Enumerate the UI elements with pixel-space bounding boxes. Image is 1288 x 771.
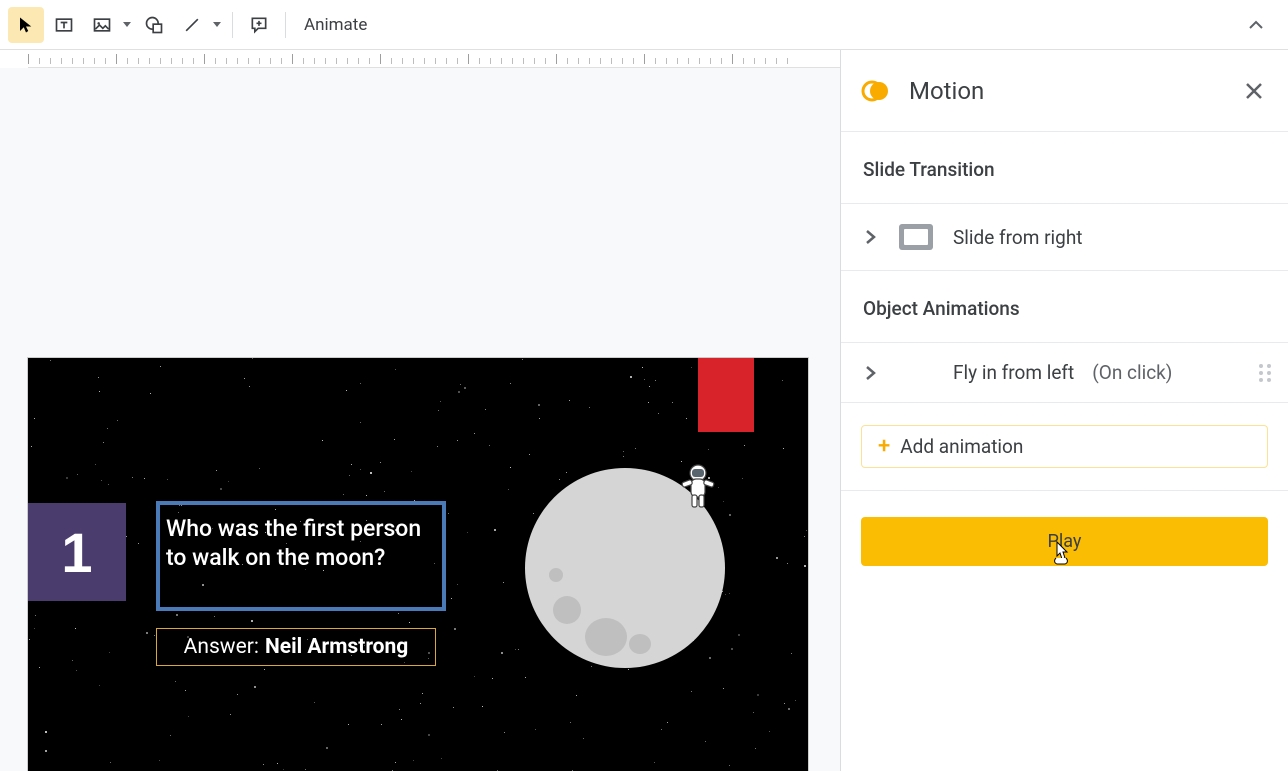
- transition-name: Slide from right: [953, 226, 1083, 249]
- play-button-label: Play: [1048, 531, 1082, 552]
- animation-trigger: (On click): [1092, 361, 1172, 384]
- answer-text-box[interactable]: Answer: Neil Armstrong: [156, 628, 436, 666]
- animation-row[interactable]: Fly in from left (On click): [841, 343, 1288, 403]
- red-box-shape[interactable]: [698, 358, 754, 432]
- add-animation-button[interactable]: + Add animation: [861, 425, 1268, 468]
- slide-icon: [897, 222, 935, 252]
- motion-panel: Motion Slide Transition Slide from right…: [840, 50, 1288, 771]
- plus-icon: +: [878, 434, 890, 459]
- insert-comment-tool[interactable]: [241, 7, 277, 43]
- slide-transition-heading: Slide Transition: [841, 132, 1288, 204]
- canvas-area: document.write(Array.from({length:70},(_…: [0, 50, 840, 771]
- line-dropdown-arrow[interactable]: [210, 7, 224, 43]
- animate-menu-item[interactable]: Animate: [304, 15, 367, 35]
- line-tool[interactable]: [174, 7, 210, 43]
- add-animation-label: Add animation: [900, 435, 1023, 458]
- chevron-right-icon: [861, 364, 879, 382]
- play-button[interactable]: Play: [861, 517, 1268, 566]
- question-text-box[interactable]: Who was the first person to walk on the …: [156, 501, 446, 611]
- text-box-tool[interactable]: [46, 7, 82, 43]
- motion-icon: [861, 76, 891, 106]
- main-area: document.write(Array.from({length:70},(_…: [0, 50, 1288, 771]
- answer-value: Neil Armstrong: [265, 635, 408, 659]
- collapse-toolbar-chevron[interactable]: [1240, 9, 1272, 41]
- answer-label: Answer:: [184, 635, 259, 659]
- chevron-right-icon: [861, 228, 879, 246]
- motion-panel-header: Motion: [841, 50, 1288, 132]
- line-tool-group: [174, 7, 224, 43]
- drag-handle-icon[interactable]: [1258, 362, 1272, 384]
- transition-row[interactable]: Slide from right: [841, 204, 1288, 271]
- question-text: Who was the first person to walk on the …: [166, 515, 436, 573]
- astronaut-shape[interactable]: [678, 463, 718, 513]
- slide[interactable]: (function(){var s='';var r=function(a,b)…: [28, 358, 808, 771]
- question-number: 1: [61, 520, 92, 585]
- slide-stage[interactable]: (function(){var s='';var r=function(a,b)…: [0, 68, 840, 771]
- toolbar-separator: [232, 12, 233, 38]
- question-number-box[interactable]: 1: [28, 503, 126, 601]
- image-tool-group: [84, 7, 134, 43]
- horizontal-ruler: document.write(Array.from({length:70},(_…: [28, 50, 840, 68]
- object-animations-heading: Object Animations: [841, 271, 1288, 343]
- panel-divider: [841, 490, 1288, 491]
- toolbar-separator: [285, 12, 286, 38]
- toolbar: Animate: [0, 0, 1288, 50]
- select-tool[interactable]: [8, 7, 44, 43]
- close-panel-button[interactable]: [1240, 77, 1268, 105]
- motion-panel-title: Motion: [909, 77, 1240, 105]
- insert-image-tool[interactable]: [84, 7, 120, 43]
- animation-name: Fly in from left: [953, 361, 1074, 384]
- shape-tool[interactable]: [136, 7, 172, 43]
- image-dropdown-arrow[interactable]: [120, 7, 134, 43]
